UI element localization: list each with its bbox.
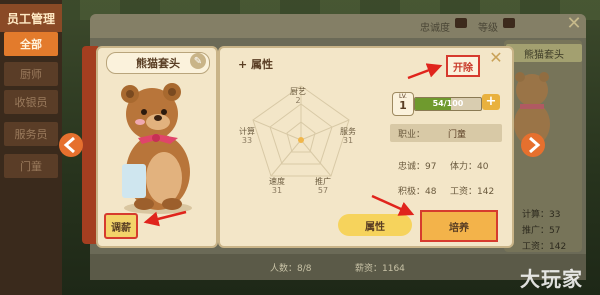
adjust-salary-button[interactable]: 调薪 bbox=[104, 213, 138, 239]
fire-button[interactable]: 开除 bbox=[446, 55, 480, 77]
train-button[interactable]: 培养 bbox=[420, 210, 498, 242]
sidebar-item-waiter[interactable]: 服务员 bbox=[4, 122, 58, 146]
attributes-tab-button[interactable]: 属性 bbox=[338, 214, 412, 236]
sidebar-item-chef[interactable]: 厨师 bbox=[4, 62, 58, 86]
bg-stat-wage: 工资：142 bbox=[522, 242, 567, 252]
radar-value-speed: 31 bbox=[271, 186, 283, 195]
xp-bar: 54/100 bbox=[414, 97, 482, 111]
sidebar-item-all[interactable]: 全部 bbox=[4, 32, 58, 56]
game-screen: 忠诚度 等级 ✕ 熊猫套头 计算：33 推广：57 工资：142 人数：8/8 … bbox=[0, 0, 600, 295]
stat-stamina: 体力：40 bbox=[450, 162, 489, 172]
modal-close-icon[interactable]: ✕ bbox=[488, 50, 504, 66]
bear-character-icon bbox=[121, 83, 192, 214]
level-number: 1 bbox=[399, 99, 407, 112]
next-arrow-icon[interactable] bbox=[520, 132, 546, 158]
job-value: 门童 bbox=[448, 130, 467, 140]
radar-value-promotion: 57 bbox=[317, 186, 329, 195]
previous-arrow-icon[interactable] bbox=[58, 132, 84, 158]
sort-loyalty-label[interactable]: 忠诚度 bbox=[420, 19, 450, 34]
job-label: 职业： bbox=[398, 130, 426, 140]
panel-close-icon[interactable]: ✕ bbox=[565, 15, 583, 33]
employee-card-title: 熊猫套头 bbox=[506, 44, 582, 62]
radar-value-calculation: 33 bbox=[241, 136, 253, 145]
sidebar-item-doorman[interactable]: 门童 bbox=[4, 154, 58, 178]
level-badge: LV. 1 bbox=[392, 92, 414, 116]
radar-value-service: 31 bbox=[342, 136, 354, 145]
bg-stat-calc: 计算：33 bbox=[522, 210, 561, 220]
attribute-heading: + 属性 bbox=[238, 58, 274, 71]
stat-loyalty: 忠诚：97 bbox=[398, 162, 437, 172]
sort-loyalty-dropdown-icon[interactable] bbox=[455, 18, 467, 28]
stat-rank: 积极：48 bbox=[398, 187, 437, 197]
stat-wage: 工资：142 bbox=[450, 187, 495, 197]
sort-level-label[interactable]: 等级 bbox=[478, 19, 498, 34]
radar-value-cooking: 2 bbox=[295, 96, 301, 105]
summary-bar bbox=[90, 254, 586, 280]
headcount-label: 人数：8/8 bbox=[270, 264, 312, 274]
total-wage-label: 薪资：1164 bbox=[355, 264, 405, 274]
sidebar-item-cashier[interactable]: 收银员 bbox=[4, 90, 58, 114]
xp-text: 54/100 bbox=[432, 99, 464, 108]
sort-level-dropdown-icon[interactable] bbox=[503, 18, 515, 28]
add-xp-plus-icon[interactable]: + bbox=[482, 94, 500, 110]
attribute-heading-text: 属性 bbox=[251, 58, 274, 71]
site-watermark: 大玩家 bbox=[520, 267, 583, 291]
rename-pencil-icon[interactable]: ✎ bbox=[190, 53, 206, 69]
sidebar-title: 员工管理 bbox=[0, 4, 62, 32]
bg-stat-promo: 推广：57 bbox=[522, 226, 561, 236]
